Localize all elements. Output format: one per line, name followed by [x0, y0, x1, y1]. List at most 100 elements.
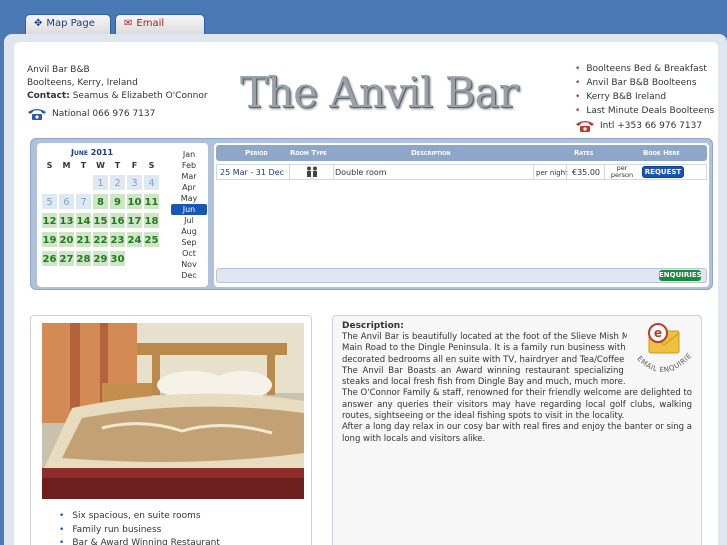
month-item[interactable]: Aug	[171, 226, 207, 237]
calendar-day[interactable]: 19	[41, 231, 58, 248]
month-item[interactable]: Jan	[171, 149, 207, 160]
page-frame: Anvil Bar B&B Boolteens, Kerry, Ireland …	[4, 34, 727, 545]
month-item[interactable]: May	[171, 193, 207, 204]
photo-panel: Six spacious, en suite rooms Family run …	[30, 315, 312, 545]
row-unit: per night	[536, 169, 568, 177]
calendar-day[interactable]: 29	[92, 250, 109, 267]
calendar-day[interactable]: 12	[41, 212, 58, 229]
calendar-day[interactable]: 8	[92, 193, 109, 210]
calendar-day[interactable]: 25	[143, 231, 160, 248]
site-links: Boolteens Bed & Breakfast Anvil Bar B&B …	[575, 62, 714, 118]
features-list: Six spacious, en suite rooms Family run …	[59, 510, 220, 545]
day-of-week-header: SMTWTFS	[41, 160, 161, 172]
row-per: per person	[610, 164, 634, 179]
calendar-day[interactable]: 27	[58, 250, 75, 267]
month-item[interactable]: Nov	[171, 259, 207, 270]
calendar-day[interactable]: 20	[58, 231, 75, 248]
month-item[interactable]: Jul	[171, 215, 207, 226]
calendar-day: 7	[75, 193, 92, 210]
phone-national-text: National 066 976 7137	[52, 109, 156, 119]
telephone-icon	[576, 120, 594, 132]
svg-text:e: e	[654, 326, 662, 340]
booking-panel: June 2011 SMTWTFS 1 2 3 4 5 6 7 8 9 10 11 12 13 14 15 1…	[30, 138, 713, 290]
calendar-day[interactable]: 15	[92, 212, 109, 229]
calendar-empty-cell	[58, 174, 75, 191]
business-location: Boolteens, Kerry, Ireland	[27, 78, 138, 88]
site-link[interactable]: Last Minute Deals Boolteens	[575, 104, 714, 118]
site-link[interactable]: Kerry B&B Ireland	[575, 90, 714, 104]
calendar-day: 3	[126, 174, 143, 191]
compass-icon: ✥	[34, 18, 43, 29]
calendar-day[interactable]: 10	[126, 193, 143, 210]
email-envelope-icon: e EMAIL ENQUIRIES	[625, 315, 694, 374]
calendar-day[interactable]: 9	[109, 193, 126, 210]
calendar-day[interactable]: 26	[41, 250, 58, 267]
phone-intl-text: Intl +353 66 976 7137	[600, 121, 703, 131]
rates-header: Period Room Type Description Rates Book …	[216, 145, 707, 161]
calendar-day[interactable]: 24	[126, 231, 143, 248]
month-item[interactable]: Dec	[171, 270, 207, 281]
day-of-week-label: M	[62, 161, 71, 170]
calendar-day[interactable]: 11	[143, 193, 160, 210]
calendar-empty-cell	[75, 174, 92, 191]
day-of-week-label: S	[148, 161, 155, 170]
month-item[interactable]: Feb	[171, 160, 207, 171]
calendar-day[interactable]: 28	[75, 250, 92, 267]
calendar-empty-cell	[143, 250, 160, 267]
feature-item: Bar & Award Winning Restaurant	[59, 537, 220, 545]
calendar-day[interactable]: 13	[58, 212, 75, 229]
request-button[interactable]: REQUEST	[642, 166, 684, 178]
calendar-days: 1 2 3 4 5 6 7 8 9 10 11 12 13 14 15 16 17 18 19 20 21 22 23 24 2…	[41, 174, 161, 267]
enquiries-button[interactable]: ENQUIRIES	[659, 270, 702, 281]
calendar-day[interactable]: 17	[126, 212, 143, 229]
day-of-week-label: T	[80, 161, 87, 170]
col-description: Description	[411, 149, 451, 157]
calendar-day: 6	[58, 193, 75, 210]
calendar-day[interactable]: 30	[109, 250, 126, 267]
calendar-day[interactable]: 22	[92, 231, 109, 248]
calendar-day[interactable]: 16	[109, 212, 126, 229]
calendar-day[interactable]: 21	[75, 231, 92, 248]
month-selector: Jan Feb Mar Apr May Jun Jul Aug Sep Oct Nov Dec	[171, 149, 207, 281]
top-tab-bar: ✥Map Page ✉Email Enquiry	[0, 0, 727, 47]
email-enquiries-badge[interactable]: e EMAIL ENQUIRIES	[625, 315, 697, 383]
calendar-week: 1234	[41, 174, 161, 191]
calendar-week: 26 27 28 29 30	[41, 250, 161, 267]
description-title: Description:	[342, 321, 404, 331]
enquiries-bar: ENQUIRIES	[216, 268, 707, 283]
row-period: 25 Mar - 31 Dec	[220, 168, 284, 177]
calendar-day: 4	[143, 174, 160, 191]
month-item[interactable]: Apr	[171, 182, 207, 193]
site-link[interactable]: Anvil Bar B&B Boolteens	[575, 76, 714, 90]
contact-line: Contact: Seamus & Elizabeth O'Connor	[27, 90, 208, 103]
month-item[interactable]: Jun	[171, 204, 207, 215]
description-paragraph: The O'Connor Family & staff, renowned fo…	[342, 388, 692, 422]
availability-calendar: June 2011 SMTWTFS 1 2 3 4 5 6 7 8 9 10 11 12 13 14 15 1…	[37, 143, 208, 287]
business-name: Anvil Bar B&B	[27, 65, 90, 75]
contact-label: Contact:	[27, 91, 70, 101]
month-item[interactable]: Mar	[171, 171, 207, 182]
col-book: Book Here	[643, 149, 680, 157]
month-item[interactable]: Sep	[171, 237, 207, 248]
calendar-day[interactable]: 14	[75, 212, 92, 229]
envelope-icon: ✉	[124, 18, 133, 29]
day-of-week-label: W	[96, 161, 105, 170]
logo: The Anvil Bar	[240, 68, 519, 117]
phone-national: National 066 976 7137	[27, 106, 155, 122]
row-description: Double room	[335, 168, 387, 177]
calendar-day[interactable]: 23	[109, 231, 126, 248]
double-room-icon	[305, 166, 319, 180]
site-link[interactable]: Boolteens Bed & Breakfast	[575, 62, 714, 76]
phone-intl: Intl +353 66 976 7137	[575, 118, 702, 134]
month-item[interactable]: Oct	[171, 248, 207, 259]
feature-item: Six spacious, en suite rooms	[59, 510, 220, 524]
address-block: Anvil Bar B&B Boolteens, Kerry, Ireland …	[27, 64, 208, 103]
calendar-week: 12 13 14 15 16 17 18	[41, 212, 161, 229]
calendar-week: 19 20 21 22 23 24 25	[41, 231, 161, 248]
contact-names: Seamus & Elizabeth O'Connor	[72, 91, 208, 101]
telephone-icon	[28, 108, 46, 120]
tab-email-enquiry[interactable]: ✉Email Enquiry	[115, 14, 205, 47]
tab-map-page[interactable]: ✥ Map Page	[25, 14, 111, 34]
rates-table: Period Room Type Description Rates Book …	[214, 143, 709, 287]
calendar-day[interactable]: 18	[143, 212, 160, 229]
